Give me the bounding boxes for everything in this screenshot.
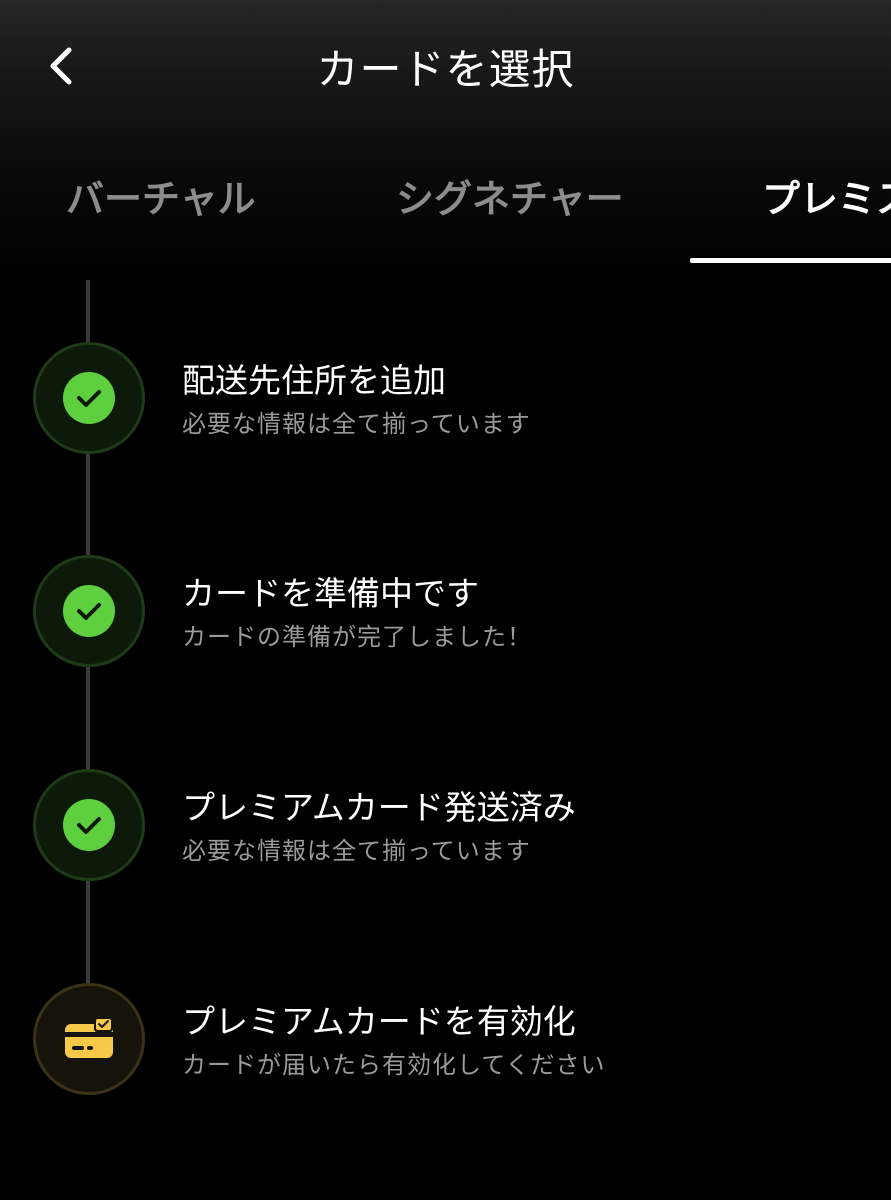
step-subtitle: 必要な情報は全て揃っています: [182, 410, 531, 438]
check-icon: [63, 799, 115, 851]
step-status-pending: [33, 983, 145, 1095]
step-title: カードを準備中です: [182, 574, 479, 613]
page-title: カードを選択: [316, 45, 575, 94]
step-status-done: [33, 555, 145, 667]
step-subtitle: カードが届いたら有効化してください: [182, 1051, 606, 1079]
step-status-done: [33, 342, 145, 454]
step-subtitle: カードの準備が完了しました！: [182, 623, 532, 651]
tab-virtual[interactable]: バーチャル: [66, 168, 256, 223]
active-tab-indicator: [690, 258, 891, 263]
step-title: プレミアムカードを有効化: [182, 1002, 576, 1041]
tab-signature[interactable]: シグネチャー: [396, 168, 624, 223]
card-type-tabs: バーチャル シグネチャー プレミス: [0, 160, 891, 264]
check-icon: [63, 372, 115, 424]
header: カードを選択: [0, 0, 891, 130]
step-add-shipping-address: 配送先住所を追加 必要な情報は全て揃っています: [0, 342, 891, 462]
step-status-done: [33, 769, 145, 881]
tab-premium[interactable]: プレミス: [762, 168, 891, 223]
step-title: プレミアムカード発送済み: [182, 788, 576, 827]
step-card-shipped: プレミアムカード発送済み 必要な情報は全て揃っています: [0, 769, 891, 889]
step-subtitle: 必要な情報は全て揃っています: [182, 837, 531, 865]
card-check-icon: [65, 1017, 113, 1058]
card-select-screen: カードを選択 バーチャル シグネチャー プレミス 配送先住所を追加 必要な情報は…: [0, 0, 891, 1200]
step-preparing-card: カードを準備中です カードの準備が完了しました！: [0, 555, 891, 675]
step-title: 配送先住所を追加: [182, 361, 446, 400]
check-icon: [63, 585, 115, 637]
step-activate-card[interactable]: プレミアムカードを有効化 カードが届いたら有効化してください: [0, 983, 891, 1103]
